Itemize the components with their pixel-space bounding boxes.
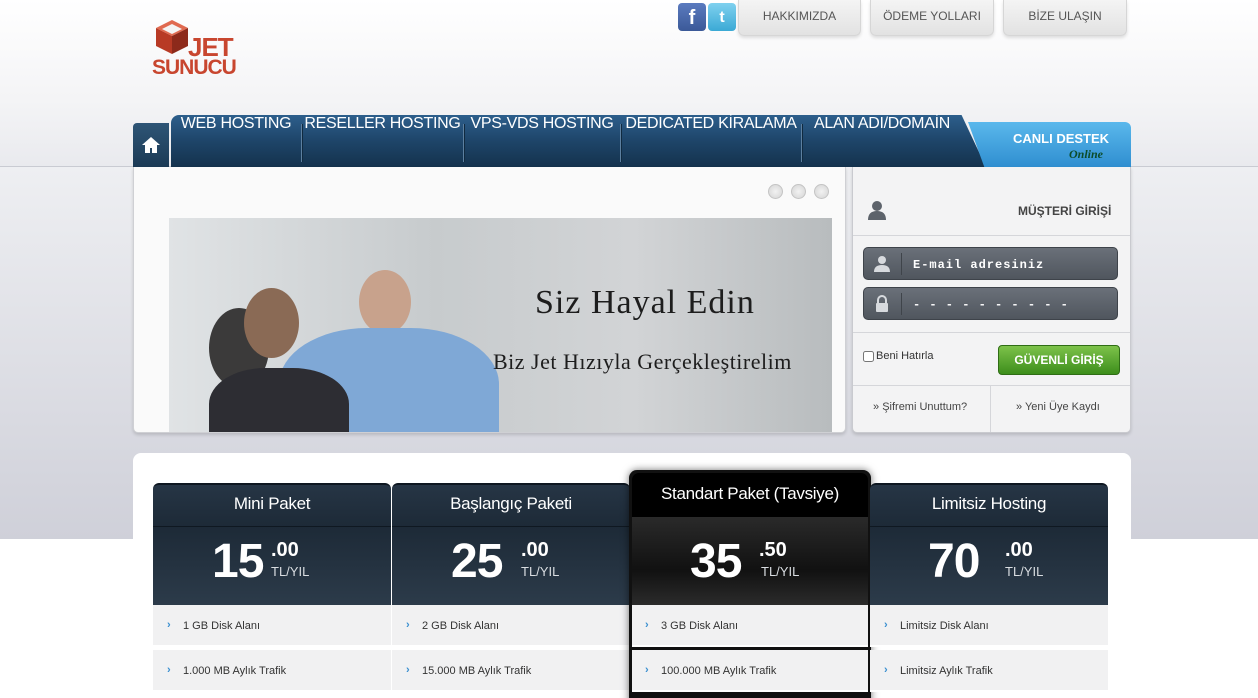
package-price-cents: .50 (759, 539, 787, 561)
package-price-cents: .00 (271, 539, 299, 561)
package-name: Standart Paket (Tavsiye) (661, 484, 839, 503)
remember-me[interactable]: Beni Hatırla (863, 350, 933, 362)
chevron-right-icon: » (873, 401, 883, 413)
package-feature: 1 GB Disk Alanı (183, 620, 261, 632)
nav-item-web-hosting[interactable]: WEB HOSTING (171, 115, 301, 167)
arrow-right-icon: › (406, 619, 410, 631)
arrow-right-icon: › (406, 664, 410, 676)
login-divider (853, 235, 1130, 236)
banner-title: Siz Hayal Edin (535, 284, 755, 321)
nav-item-reseller-hosting[interactable]: RESELLER HOSTING (302, 115, 463, 167)
user-icon (874, 256, 890, 272)
logo-cube-icon (156, 20, 188, 54)
forgot-password-label: Şifremi Unuttum? (882, 401, 968, 413)
site-logo[interactable]: JET SUNUCU (152, 18, 242, 80)
forgot-password-link[interactable]: » Şifremi Unuttum? (873, 401, 967, 413)
login-title: MÜŞTERİ GİRİŞİ (1018, 204, 1112, 218)
nav-item-vps-vds[interactable]: VPS-VDS HOSTING (464, 115, 620, 167)
home-button[interactable] (133, 123, 169, 167)
package-price-cents: .00 (521, 539, 549, 561)
login-divider (853, 385, 1130, 386)
password-placeholder: - - - - - - - - - - (913, 298, 1069, 312)
top-link-payment[interactable]: ÖDEME YOLLARI (870, 0, 994, 36)
package-price-unit: TL/YIL (1005, 564, 1044, 579)
banner-person-shape (244, 288, 299, 358)
package-price: 25 (451, 535, 503, 588)
package-price: 35 (690, 535, 742, 588)
package-price-unit: TL/YIL (761, 564, 800, 579)
arrow-right-icon: › (884, 664, 888, 676)
package-price-unit: TL/YIL (271, 564, 310, 579)
arrow-right-icon: › (167, 619, 171, 631)
chevron-right-icon: » (1016, 401, 1025, 413)
package-name: Başlangıç Paketi (450, 494, 572, 513)
package-feature: 2 GB Disk Alanı (422, 620, 500, 632)
register-link[interactable]: » Yeni Üye Kaydı (1016, 401, 1100, 413)
logo-text-sunucu: SUNUCU (152, 56, 237, 79)
package-feature: 3 GB Disk Alanı (661, 620, 739, 632)
home-icon (142, 137, 160, 153)
nav-item-dedicated[interactable]: DEDICATED KİRALAMA (621, 115, 801, 167)
package-price-cents: .00 (1005, 539, 1033, 561)
slider-dot-1[interactable] (768, 184, 783, 199)
arrow-right-icon: › (645, 619, 649, 631)
package-price: 15 (212, 535, 264, 588)
live-support-title: CANLI DESTEK (1013, 131, 1110, 146)
lock-icon (876, 295, 888, 312)
secure-login-button[interactable]: GÜVENLİ GİRİŞ (998, 345, 1120, 375)
remember-label: Beni Hatırla (876, 350, 934, 362)
slider-dot-2[interactable] (791, 184, 806, 199)
login-divider (990, 386, 991, 432)
top-link-contact[interactable]: BİZE ULAŞIN (1003, 0, 1127, 36)
arrow-right-icon: › (645, 664, 649, 676)
package-feature: Limitsiz Disk Alanı (900, 620, 989, 632)
email-placeholder: E-mail adresiniz (913, 258, 1045, 272)
nav-item-domain[interactable]: ALAN ADI/DOMAİN (802, 115, 962, 167)
login-divider (853, 332, 1130, 333)
twitter-icon[interactable]: t (708, 3, 736, 31)
package-feature: 15.000 MB Aylık Trafik (422, 665, 532, 677)
package-price: 70 (928, 535, 980, 588)
slider-dot-3[interactable] (814, 184, 829, 199)
package-feature: 100.000 MB Aylık Trafik (661, 665, 777, 677)
banner-person-suit (209, 368, 349, 432)
arrow-right-icon: › (884, 619, 888, 631)
package-feature: 1.000 MB Aylık Trafik (183, 665, 287, 677)
package-price-unit: TL/YIL (521, 564, 560, 579)
remember-checkbox[interactable] (863, 350, 874, 362)
live-support-status: Online (1069, 147, 1104, 161)
package-name: Mini Paket (233, 494, 311, 513)
hero-banner-image (169, 218, 832, 432)
banner-subtitle: Biz Jet Hızıyla Gerçekleştirelim (493, 349, 792, 374)
top-link-about[interactable]: HAKKIMIZDA (738, 0, 861, 36)
user-icon (868, 201, 886, 220)
package-feature: Limitsiz Aylık Trafik (900, 665, 993, 677)
facebook-icon[interactable]: f (678, 3, 706, 31)
banner-person-shape (359, 270, 411, 334)
package-name: Limitsiz Hosting (931, 494, 1047, 513)
register-label: Yeni Üye Kaydı (1024, 401, 1100, 413)
arrow-right-icon: › (167, 664, 171, 676)
